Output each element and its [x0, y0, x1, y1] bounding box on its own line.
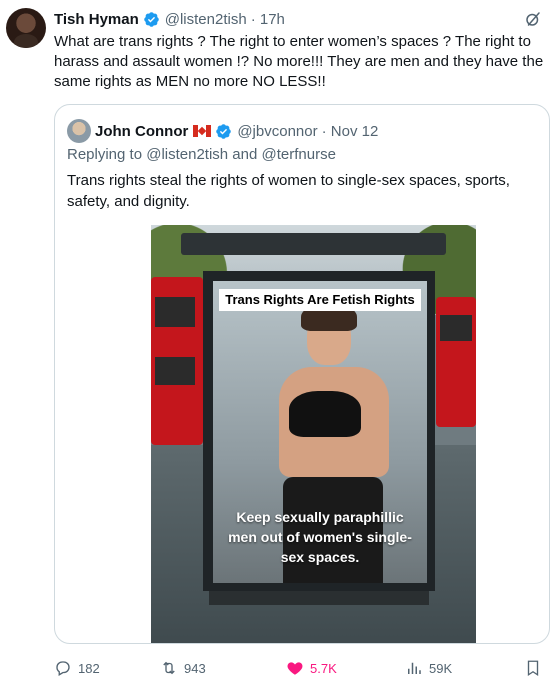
reply-icon — [56, 661, 70, 676]
bus-shelter-roof — [181, 233, 446, 255]
bus-shelter-base — [209, 591, 429, 605]
tweet-actions: 182 943 5.7K 59K — [54, 658, 550, 678]
verified-badge-icon — [216, 123, 232, 139]
quoted-tweet[interactable]: John Connor @jbvconnor · Nov 12 Replying… — [54, 104, 550, 644]
quoted-author-handle[interactable]: @jbvconnor — [237, 123, 317, 140]
red-bus-left — [151, 277, 203, 445]
red-bus-right — [436, 297, 476, 427]
ad-title: Trans Rights Are Fetish Rights — [219, 289, 421, 311]
reply-button[interactable]: 182 — [54, 658, 100, 678]
verified-badge-icon — [143, 11, 159, 27]
views-button[interactable]: 59K — [405, 658, 452, 678]
bookmark-icon — [527, 660, 539, 677]
reply-count: 182 — [78, 660, 100, 676]
tweet-text: What are trans rights ? The right to ent… — [54, 33, 544, 90]
retweet-icon — [163, 661, 175, 675]
heart-icon — [287, 662, 303, 675]
views-chart-icon — [408, 662, 421, 674]
like-count: 5.7K — [310, 660, 337, 676]
quoted-tweet-header: John Connor @jbvconnor · Nov 12 — [95, 121, 378, 141]
author-name[interactable]: Tish Hyman — [54, 11, 139, 28]
retweet-button[interactable]: 943 — [160, 658, 206, 678]
retweet-count: 943 — [184, 660, 206, 676]
quoted-tweet-image[interactable]: Trans Rights Are Fetish Rights Keep sexu… — [151, 225, 476, 643]
person-top — [289, 391, 361, 437]
grok-icon[interactable] — [524, 10, 542, 28]
quoted-author-avatar[interactable] — [67, 119, 91, 143]
quoted-tweet-text: Trans rights steal the rights of women t… — [67, 172, 510, 210]
author-handle[interactable]: @listen2tish — [165, 11, 247, 28]
replying-to[interactable]: Replying to @listen2tish and @terfnurse — [67, 146, 336, 163]
tweet-header: Tish Hyman @listen2tish · 17h — [54, 9, 552, 29]
tweet-time[interactable]: · 17h — [251, 11, 285, 28]
views-count: 59K — [429, 660, 453, 676]
ad-slogan: Keep sexually paraphillic men out of wom… — [228, 509, 412, 565]
canada-flag-icon — [193, 125, 212, 137]
billboard-ad: Trans Rights Are Fetish Rights Keep sexu… — [213, 281, 427, 583]
like-button[interactable]: 5.7K — [286, 658, 337, 678]
bookmark-button[interactable] — [524, 658, 548, 678]
author-avatar[interactable] — [6, 8, 46, 48]
quoted-author-name[interactable]: John Connor — [95, 123, 188, 140]
quoted-tweet-time[interactable]: · Nov 12 — [322, 123, 379, 140]
